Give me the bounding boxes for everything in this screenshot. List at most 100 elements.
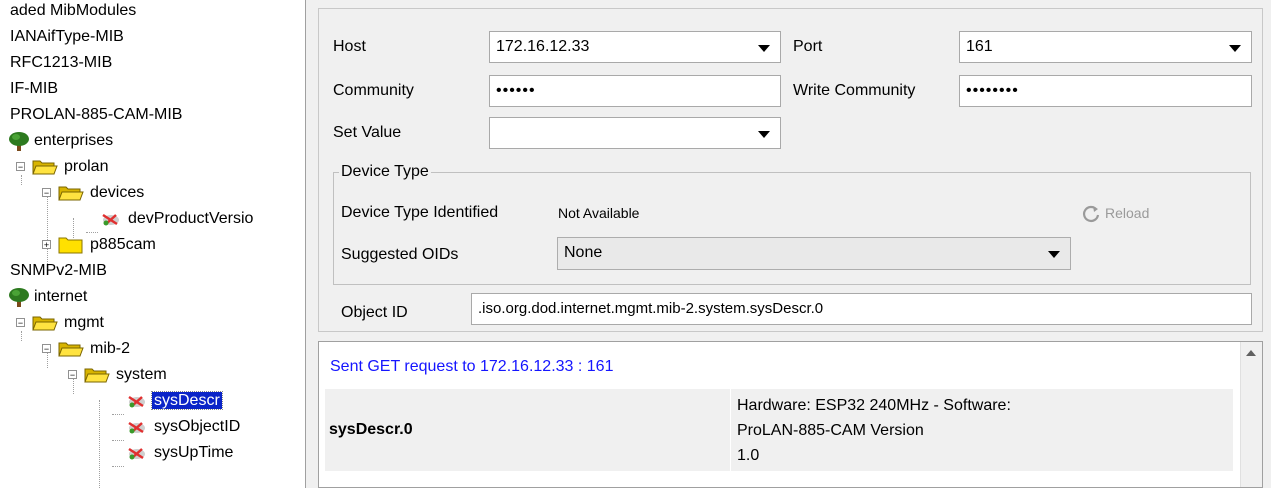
community-value: •••••• — [496, 82, 536, 99]
port-combo[interactable]: 161 — [959, 31, 1252, 63]
tree-node-devProductVersion[interactable]: devProductVersio — [100, 206, 255, 232]
port-label: Port — [793, 38, 823, 55]
mib-leaf-icon — [128, 395, 145, 408]
tree-node-snmpv2[interactable]: SNMPv2-MIB — [8, 258, 109, 284]
tree-node-mgmt[interactable]: mgmt — [32, 310, 106, 336]
tree-node-label: p885cam — [90, 236, 156, 253]
write-community-field[interactable]: •••••••• — [959, 75, 1252, 107]
tree-node-label: PROLAN-885-CAM-MIB — [10, 106, 183, 123]
collapse-icon[interactable]: − — [42, 188, 51, 198]
response-message: Sent GET request to 172.16.12.33 : 161 — [330, 358, 614, 375]
tree-node-sysUpTime[interactable]: sysUpTime — [126, 440, 235, 466]
scroll-up-icon[interactable] — [1246, 350, 1256, 356]
community-field[interactable]: •••••• — [489, 75, 781, 107]
tree-node-ifmib[interactable]: IF-MIB — [8, 76, 60, 102]
tree-node-loaded[interactable]: aded MibModules — [8, 0, 138, 24]
reload-icon — [1083, 206, 1100, 223]
host-label: Host — [333, 38, 366, 55]
folder-open-icon — [32, 160, 58, 175]
tree-node-label: devices — [90, 184, 145, 201]
folder-open-icon — [58, 342, 84, 357]
chevron-down-icon[interactable] — [758, 131, 770, 138]
community-label: Community — [333, 82, 414, 99]
folder-open-icon — [58, 186, 84, 201]
tree-connector — [112, 414, 124, 415]
tree-node-prolan[interactable]: prolan — [32, 154, 110, 180]
suggested-oids-label: Suggested OIDs — [341, 246, 459, 263]
tree-node-rfc1213[interactable]: RFC1213-MIB — [8, 50, 114, 76]
set-value-label: Set Value — [333, 124, 402, 141]
tree-connector — [47, 192, 48, 264]
host-value: 172.16.12.33 — [496, 38, 590, 55]
mib-leaf-icon — [128, 447, 145, 460]
response-panel[interactable]: Sent GET request to 172.16.12.33 : 161 s… — [318, 341, 1263, 488]
reload-button[interactable]: Reload — [1081, 199, 1149, 227]
write-community-value: •••••••• — [966, 82, 1019, 99]
collapse-icon[interactable]: − — [16, 318, 25, 328]
tree-connector — [21, 175, 22, 185]
suggested-oids-value: None — [564, 244, 603, 261]
expand-icon[interactable]: + — [42, 240, 51, 250]
tree-node-label: mgmt — [64, 314, 104, 331]
reload-label: Reload — [1105, 205, 1150, 221]
chevron-down-icon[interactable] — [758, 45, 770, 52]
column-divider — [730, 389, 731, 471]
chevron-down-icon[interactable] — [1229, 45, 1241, 52]
set-value-combo[interactable] — [489, 117, 781, 149]
tree-node-p885cam[interactable]: p885cam — [58, 232, 158, 258]
write-community-label: Write Community — [793, 82, 916, 99]
tree-node-label: devProductVersio — [128, 210, 254, 227]
result-value-line: ProLAN-885-CAM Version — [737, 422, 924, 439]
tree-node-system[interactable]: system — [84, 362, 169, 388]
tree-node-enterprises[interactable]: enterprises — [8, 128, 115, 154]
collapse-icon[interactable]: − — [68, 370, 77, 380]
tree-connector — [112, 440, 124, 441]
port-value: 161 — [966, 38, 993, 55]
result-value-line: 1.0 — [737, 447, 760, 464]
object-id-value: .iso.org.dod.internet.mgmt.mib-2.system.… — [478, 300, 824, 317]
folder-closed-icon — [58, 237, 83, 254]
device-type-identified-value: Not Available — [558, 205, 640, 221]
device-type-identified-label: Device Type Identified — [341, 204, 499, 221]
tree-connector — [21, 331, 22, 341]
tree-node-label: sysDescr — [151, 391, 223, 410]
tree-icon — [9, 131, 29, 151]
collapse-icon[interactable]: − — [42, 344, 51, 354]
tree-node-label: prolan — [64, 158, 109, 175]
tree-node-label: internet — [34, 288, 88, 305]
result-row: sysDescr.0 Hardware: ESP32 240MHz - Soft… — [325, 389, 1233, 471]
tree-node-label: enterprises — [34, 132, 114, 149]
suggested-oids-combo[interactable]: None — [557, 237, 1071, 270]
tree-node-label: IF-MIB — [10, 80, 58, 97]
tree-node-label: sysUpTime — [154, 444, 234, 461]
tree-node-label: IANAifType-MIB — [10, 28, 124, 45]
tree-node-mib2[interactable]: mib-2 — [58, 336, 132, 362]
tree-node-internet[interactable]: internet — [8, 284, 89, 310]
vertical-scrollbar[interactable] — [1240, 342, 1262, 487]
tree-node-label: aded MibModules — [10, 2, 137, 19]
tree-icon — [9, 287, 29, 307]
tree-node-label: SNMPv2-MIB — [10, 262, 107, 279]
collapse-icon[interactable]: − — [16, 162, 25, 172]
object-id-field[interactable]: .iso.org.dod.internet.mgmt.mib-2.system.… — [471, 293, 1252, 325]
tree-node-label: mib-2 — [90, 340, 131, 357]
tree-node-prolan885[interactable]: PROLAN-885-CAM-MIB — [8, 102, 184, 128]
tree-node-ianaiftype[interactable]: IANAifType-MIB — [8, 24, 126, 50]
tree-node-label: RFC1213-MIB — [10, 54, 113, 71]
mib-leaf-icon — [102, 213, 119, 226]
tree-node-label: sysObjectID — [154, 418, 241, 435]
host-combo[interactable]: 172.16.12.33 — [489, 31, 781, 63]
chevron-down-icon[interactable] — [1048, 251, 1060, 258]
snmp-request-panel: Host 172.16.12.33 Port 161 Community •••… — [318, 8, 1263, 332]
tree-node-label: system — [116, 366, 167, 383]
object-id-label: Object ID — [341, 304, 408, 321]
mib-tree-panel[interactable]: aded MibModules IANAifType-MIB RFC1213-MIB… — [0, 0, 306, 488]
tree-node-devices[interactable]: devices — [58, 180, 146, 206]
tree-node-sysDescr[interactable]: sysDescr — [126, 388, 223, 414]
mib-leaf-icon — [128, 421, 145, 434]
tree-node-sysObjectID[interactable]: sysObjectID — [126, 414, 242, 440]
folder-open-icon — [84, 368, 110, 383]
device-type-legend: Device Type — [339, 159, 431, 185]
result-value-line: Hardware: ESP32 240MHz - Software: — [737, 397, 1011, 414]
folder-open-icon — [32, 316, 58, 331]
